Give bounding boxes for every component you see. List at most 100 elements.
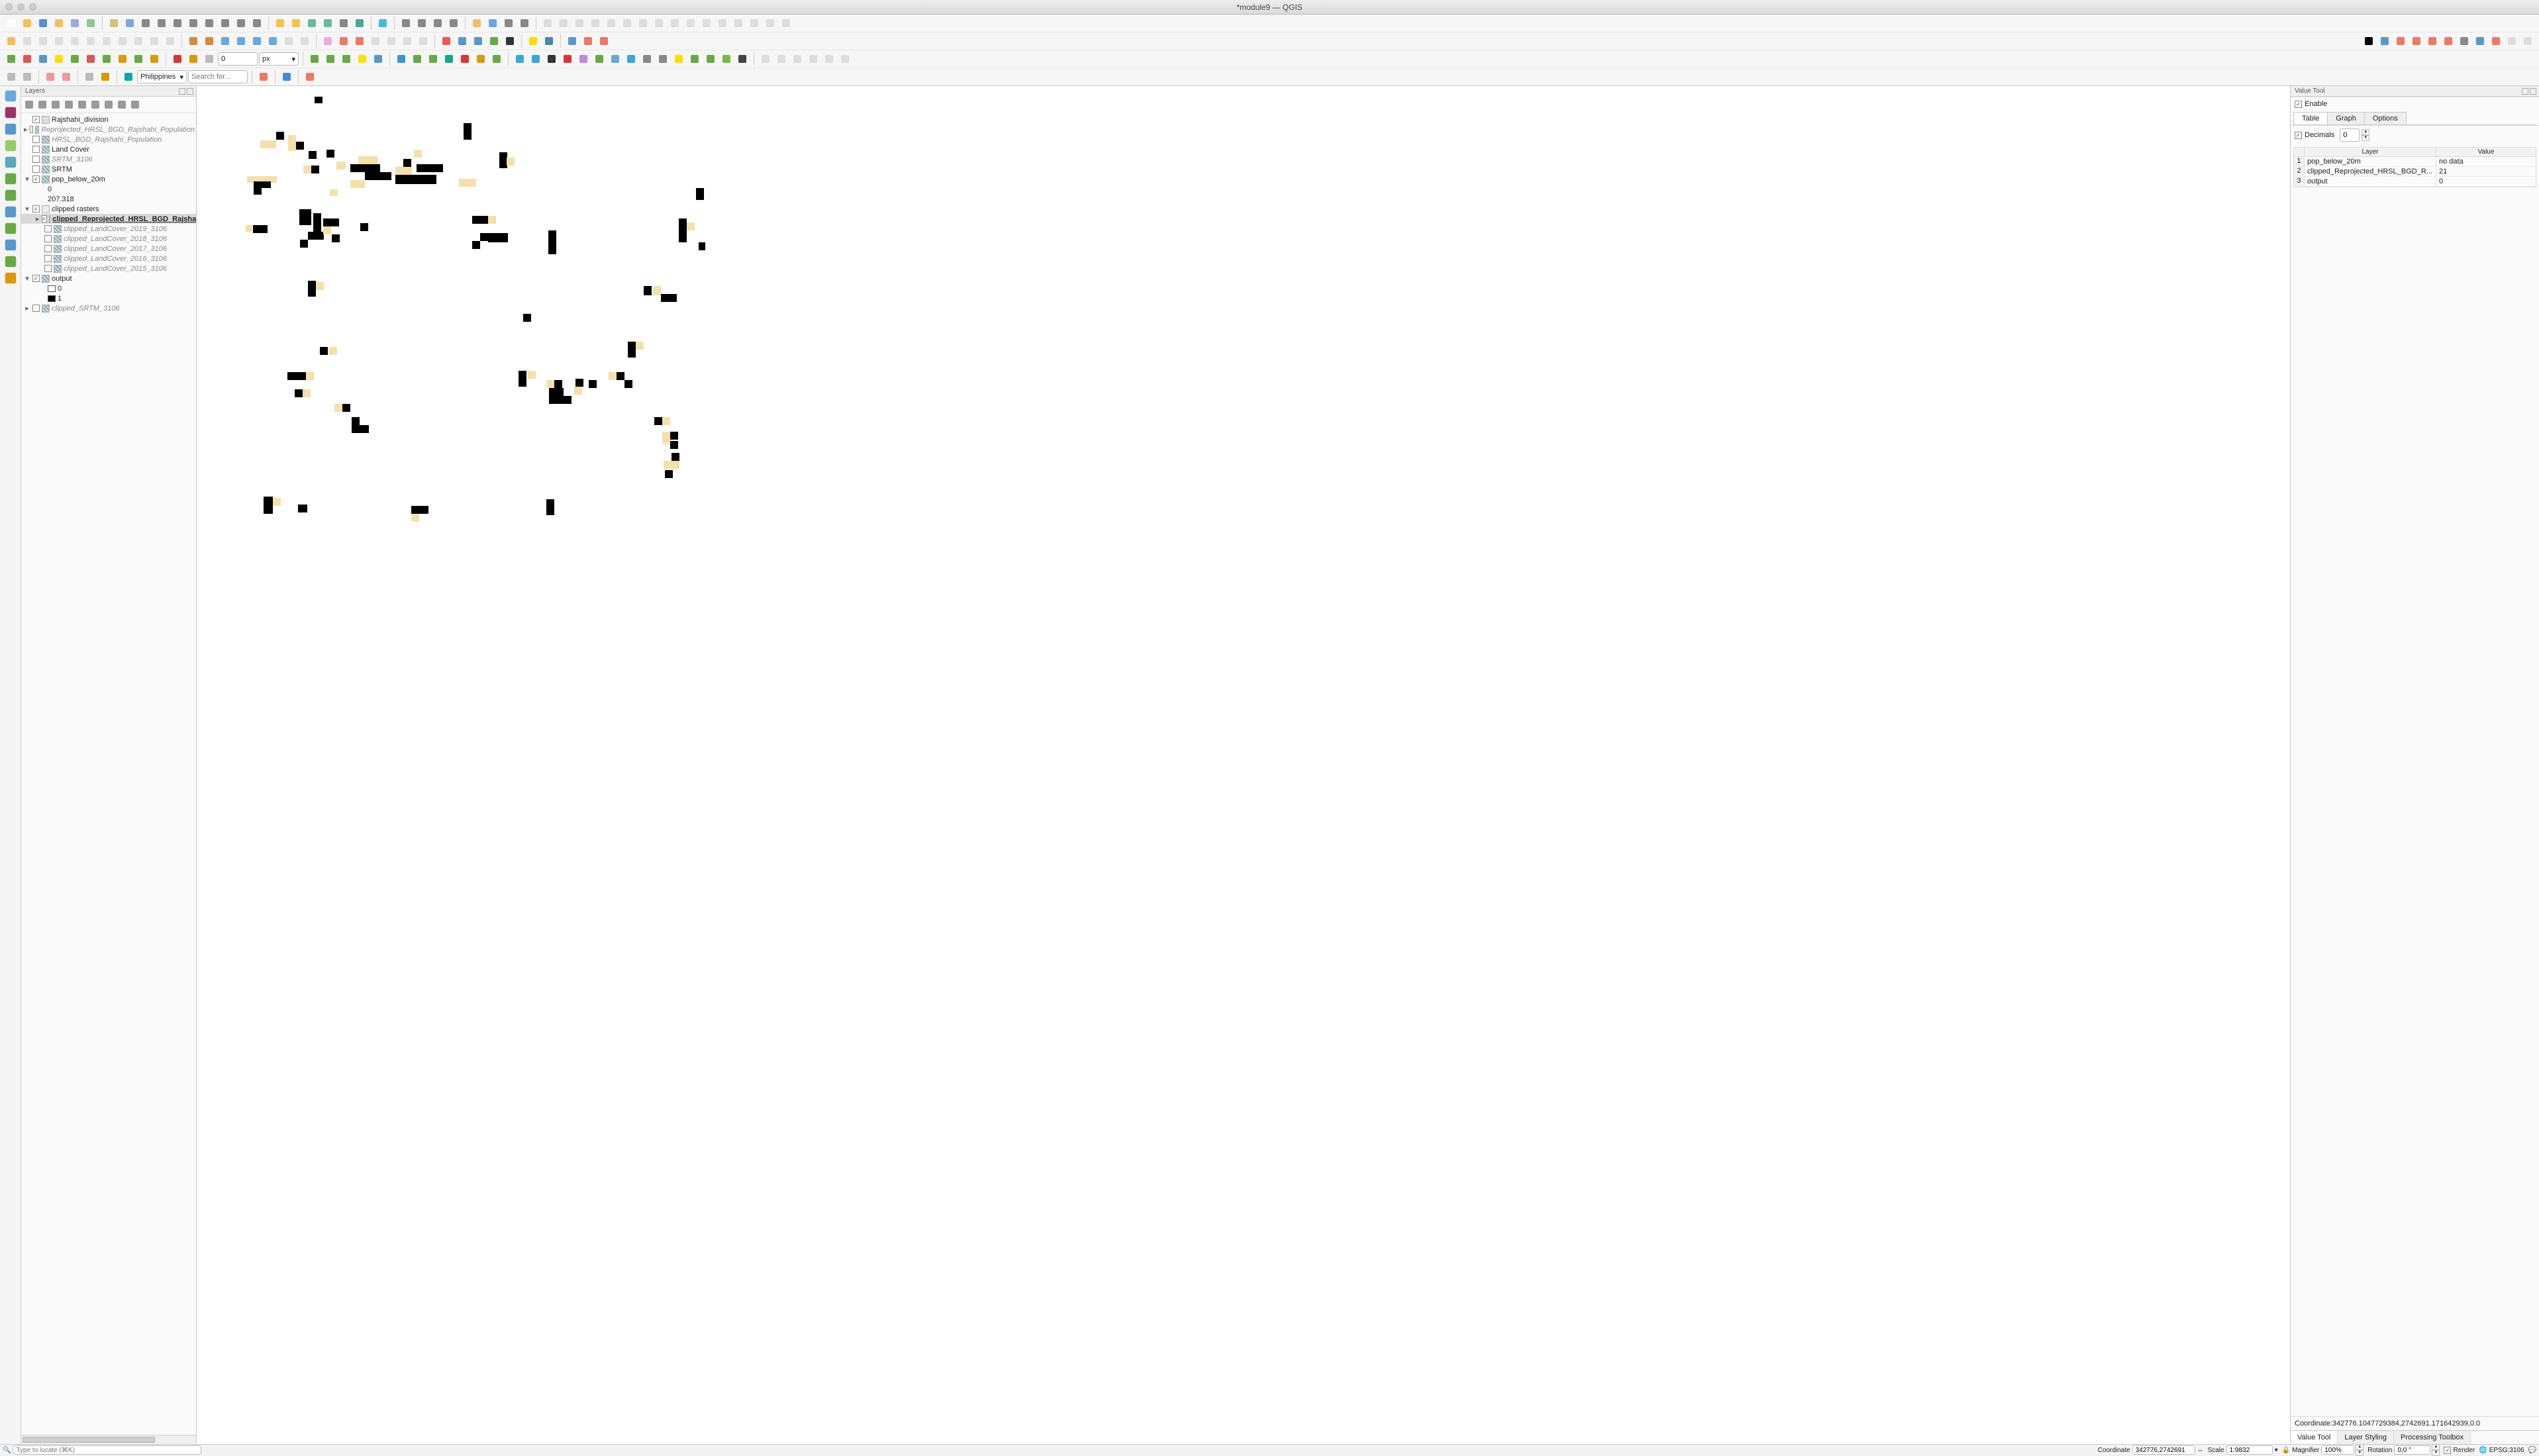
v-orange-icon[interactable] (147, 52, 162, 66)
snap-v-icon[interactable] (20, 70, 34, 84)
flame-icon[interactable] (186, 52, 201, 66)
quick-fill-icon[interactable] (234, 34, 248, 48)
layer-visibility-checkbox[interactable] (32, 156, 40, 163)
layer-visibility-checkbox[interactable] (32, 205, 40, 213)
globe2-icon[interactable] (528, 52, 543, 66)
panel-close-icon[interactable] (187, 88, 193, 95)
waves-icon[interactable] (672, 52, 686, 66)
trace-icon[interactable] (581, 34, 595, 48)
edits-pencil-icon[interactable] (4, 34, 19, 48)
tab-graph[interactable]: Graph (2327, 112, 2365, 124)
wms-icon[interactable] (3, 221, 18, 236)
value-row[interactable]: 3output0 (2294, 177, 2536, 187)
db-manager-icon[interactable] (202, 34, 217, 48)
field-calc-icon[interactable] (218, 34, 232, 48)
globe-icon[interactable] (471, 34, 485, 48)
curve-add-icon[interactable] (2441, 34, 2456, 48)
layer-row[interactable]: HRSL_BGD_Rajshahi_Population (21, 134, 196, 144)
curve2-icon[interactable] (2409, 34, 2424, 48)
minimize-window-icon[interactable] (17, 3, 25, 11)
r-icon[interactable] (458, 52, 472, 66)
world-lock-icon[interactable] (115, 52, 130, 66)
red-dot-icon[interactable] (170, 52, 185, 66)
pan-icon[interactable] (107, 16, 121, 30)
chart-icon[interactable] (256, 70, 271, 84)
locate-icon[interactable] (121, 70, 136, 84)
panel-close-icon[interactable] (2530, 88, 2536, 95)
scale-dropdown-icon[interactable]: ▾ (2275, 1447, 2278, 1454)
identify-icon[interactable] (375, 16, 390, 30)
extents-icon[interactable]: ⇔ (2197, 1447, 2204, 1454)
world-add-icon[interactable] (99, 52, 114, 66)
layer-visibility-checkbox[interactable] (44, 255, 52, 262)
close-window-icon[interactable] (5, 3, 13, 11)
lasso-icon[interactable] (565, 34, 579, 48)
locator-input[interactable] (13, 1445, 201, 1455)
select-expr-icon[interactable] (517, 16, 532, 30)
label-highlight-icon[interactable] (352, 34, 367, 48)
layer-row[interactable]: 207.318 (21, 194, 196, 204)
panel-undock-icon[interactable] (2522, 88, 2528, 95)
curve3-icon[interactable] (2425, 34, 2440, 48)
zoom-full-icon[interactable] (186, 16, 201, 30)
layer-visibility-checkbox[interactable] (32, 136, 40, 143)
tree-twisty[interactable]: ▸ (36, 215, 40, 223)
decimals-checkbox[interactable] (2295, 132, 2302, 139)
polygon-icon[interactable] (439, 34, 454, 48)
processing-icon[interactable] (399, 16, 413, 30)
spider-icon[interactable] (503, 34, 517, 48)
zoom-next-icon[interactable] (250, 16, 264, 30)
pca-icon[interactable] (640, 52, 654, 66)
temporal-icon[interactable] (336, 16, 351, 30)
label-pin-icon[interactable] (336, 34, 351, 48)
layer-row[interactable]: SRTM (21, 164, 196, 174)
layers-green-icon[interactable] (687, 52, 702, 66)
zoom-in-icon[interactable] (138, 16, 153, 30)
grid2-icon[interactable] (513, 52, 527, 66)
layer-visibility-checkbox[interactable] (44, 245, 52, 252)
save-edits-icon[interactable] (36, 34, 50, 48)
layer-row[interactable]: ▸clipped_Reprojected_HRSL_BGD_Rajshahi (21, 214, 196, 224)
layers-tool-icon[interactable] (76, 99, 88, 111)
copy-style-icon[interactable] (43, 70, 58, 84)
pan-selection-icon[interactable] (123, 16, 137, 30)
v-green-icon[interactable] (131, 52, 146, 66)
layer-visibility-checkbox[interactable] (32, 275, 40, 282)
bottom-tab-value-tool[interactable]: Value Tool (2291, 1431, 2338, 1444)
a-icon[interactable] (489, 52, 504, 66)
expression-icon[interactable] (266, 34, 280, 48)
select-poly-icon[interactable] (455, 34, 470, 48)
tab-table[interactable]: Table (2293, 112, 2328, 124)
star-green-icon[interactable] (323, 52, 338, 66)
decimals-input[interactable] (2340, 128, 2360, 142)
layer-add-icon[interactable] (68, 52, 82, 66)
export-icon[interactable] (703, 52, 718, 66)
layer-visibility-checkbox[interactable] (32, 146, 40, 153)
bottom-tab-layer-styling[interactable]: Layer Styling (2338, 1431, 2394, 1444)
tree-twisty[interactable]: ▾ (24, 175, 30, 183)
squares-icon[interactable] (608, 52, 622, 66)
report-icon[interactable] (542, 34, 556, 48)
yin-yang-icon[interactable] (98, 70, 113, 84)
layer-row[interactable]: Rajshahi_division (21, 115, 196, 124)
style-manager-icon[interactable] (83, 16, 98, 30)
xy-icon[interactable] (2377, 34, 2392, 48)
hist-red-icon[interactable] (20, 52, 34, 66)
value-row[interactable]: 2clipped_Reprojected_HRSL_BGD_R...21 (2294, 167, 2536, 177)
layer-row[interactable]: 0 (21, 283, 196, 293)
layer-row[interactable]: ▾output (21, 273, 196, 283)
tree-twisty[interactable]: ▸ (24, 304, 30, 313)
panel-undock-icon[interactable] (179, 88, 185, 95)
mesh-icon[interactable] (3, 122, 18, 136)
map-canvas[interactable] (197, 86, 2291, 1444)
tree-twisty[interactable]: ▾ (24, 205, 30, 213)
new-3dview-icon[interactable] (289, 16, 303, 30)
v-add-icon[interactable] (3, 89, 18, 103)
bridge-icon[interactable] (2457, 34, 2471, 48)
toolbox-icon[interactable] (415, 16, 429, 30)
messages-icon[interactable]: 💬 (2528, 1447, 2536, 1454)
spatialite-icon[interactable] (3, 188, 18, 203)
palette-icon[interactable] (576, 52, 591, 66)
cluster-icon[interactable] (624, 52, 638, 66)
zoom-selection-icon[interactable] (202, 16, 217, 30)
